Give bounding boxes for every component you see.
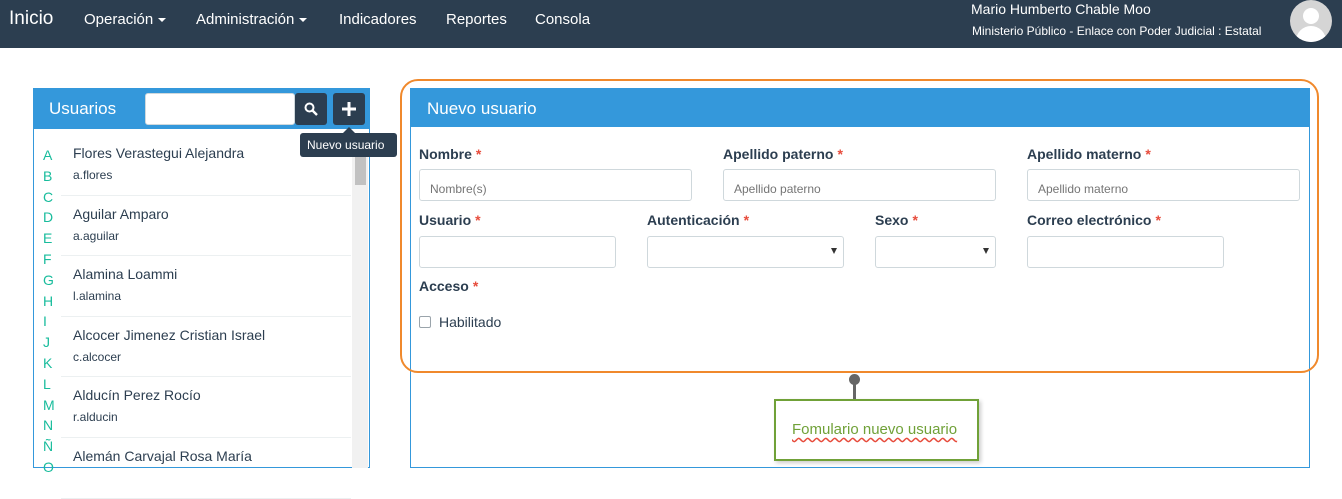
annotation-connector-dot (849, 374, 860, 385)
correo-input[interactable] (1027, 236, 1224, 268)
apellido-materno-label: Apellido materno * (1027, 146, 1151, 162)
user-login: r.alducin (73, 410, 118, 425)
nav-indicadores-link[interactable]: Indicadores (339, 11, 417, 28)
user-role: Ministerio Público - Enlace con Poder Ju… (972, 24, 1262, 38)
nav-administracion-label: Administración (196, 11, 295, 28)
nav-consola-link[interactable]: Consola (535, 11, 590, 28)
habilitado-label[interactable]: Habilitado (439, 314, 501, 330)
list-item[interactable]: Alducín Perez Rocío r.alducin (61, 377, 351, 438)
list-item[interactable]: Aguilar Amparo a.aguilar (61, 196, 351, 257)
user-full-name: Aguilar Amparo (73, 205, 169, 222)
dropdown-arrow-icon (831, 248, 837, 254)
habilitado-checkbox[interactable] (419, 316, 431, 328)
plus-icon (342, 102, 356, 116)
caret-down-icon (299, 18, 308, 23)
list-item[interactable]: Alcocer Jimenez Cristian Israel c.alcoce… (61, 317, 351, 378)
user-list: Flores Verastegui Alejandra a.flores Agu… (61, 135, 351, 499)
user-full-name: Alamina Loammi (73, 266, 178, 283)
usuario-label: Usuario * (419, 212, 481, 228)
annotation-text: Fomulario nuevo usuario (792, 421, 958, 438)
nav-operacion-dropdown[interactable]: Operación (84, 11, 167, 28)
correo-label: Correo electrónico * (1027, 212, 1161, 228)
nombre-label: Nombre * (419, 146, 482, 162)
avatar-head-shape (1303, 8, 1319, 24)
nombre-input[interactable] (419, 169, 692, 201)
annotation-callout: Fomulario nuevo usuario (774, 399, 979, 461)
caret-down-icon (158, 18, 167, 23)
sexo-select[interactable] (875, 236, 996, 268)
form-highlight-outline (400, 79, 1319, 373)
navbar: Inicio Operación Administración Indicado… (0, 0, 1342, 48)
brand-home-link[interactable]: Inicio (9, 8, 53, 30)
autenticacion-label: Autenticación * (647, 212, 750, 228)
sexo-label: Sexo * (875, 212, 918, 228)
nav-reportes-link[interactable]: Reportes (446, 11, 507, 28)
nav-administracion-dropdown[interactable]: Administración (196, 11, 308, 28)
list-item[interactable]: Alemán Carvajal Rosa María (61, 438, 351, 499)
add-user-button[interactable] (333, 93, 365, 125)
user-login: a.flores (73, 168, 113, 182)
avatar[interactable] (1290, 0, 1332, 42)
list-item[interactable]: Alamina Loammi l.alamina (61, 256, 351, 317)
avatar-body-shape (1296, 26, 1326, 42)
users-panel-header: Usuarios (34, 89, 369, 129)
usuario-input[interactable] (419, 236, 616, 268)
user-full-name: Alemán Carvajal Rosa María (73, 447, 252, 464)
user-login: l.alamina (73, 289, 122, 304)
apellido-materno-input[interactable] (1027, 169, 1300, 201)
nav-operacion-label: Operación (84, 11, 154, 28)
search-icon (304, 102, 318, 116)
user-full-name: Alducín Perez Rocío (73, 387, 201, 404)
apellido-paterno-input[interactable] (723, 169, 996, 201)
autenticacion-select[interactable] (647, 236, 844, 268)
user-login: c.alcocer (73, 349, 122, 364)
user-search-input[interactable] (145, 93, 295, 125)
users-panel-title: Usuarios (49, 99, 117, 118)
search-button[interactable] (295, 93, 327, 125)
new-user-tooltip: Nuevo usuario (300, 133, 397, 157)
user-full-name: Alcocer Jimenez Cristian Israel (73, 326, 266, 343)
dropdown-arrow-icon (983, 248, 989, 254)
user-name: Mario Humberto Chable Moo (971, 1, 1151, 17)
apellido-paterno-label: Apellido paterno * (723, 146, 843, 162)
user-login: a.aguilar (73, 228, 120, 243)
acceso-label: Acceso * (419, 278, 479, 294)
user-full-name: Flores Verastegui Alejandra (73, 145, 245, 161)
